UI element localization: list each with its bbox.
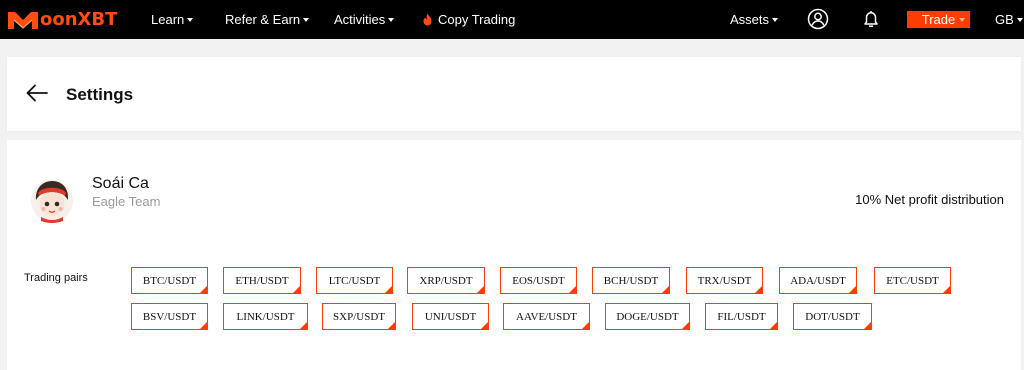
top-navigation-bar: oonXBT Learn Refer & Earn Activities Cop… <box>0 0 1024 39</box>
bell-icon[interactable] <box>860 8 882 30</box>
trading-pair-tag[interactable]: ETH/USDT <box>223 267 301 294</box>
trading-pair-tag[interactable]: BTC/USDT <box>131 267 208 294</box>
chevron-down-icon <box>959 18 965 22</box>
trade-button[interactable]: Trade <box>907 11 970 28</box>
brand-wordmark: oonXBT <box>40 9 118 30</box>
trading-pair-tag[interactable]: AAVE/USDT <box>503 303 590 330</box>
trading-pair-tag[interactable]: SXP/USDT <box>322 303 396 330</box>
flame-icon <box>423 13 432 26</box>
trading-pair-tag[interactable]: DOGE/USDT <box>605 303 690 330</box>
trading-pair-tag[interactable]: TRX/USDT <box>686 267 763 294</box>
region-label: GB <box>995 12 1014 27</box>
page-title: Settings <box>66 85 134 104</box>
user-icon[interactable] <box>807 8 829 30</box>
brand-logo[interactable]: oonXBT <box>7 9 117 30</box>
trading-pair-tag[interactable]: ADA/USDT <box>779 267 857 294</box>
trader-settings-card: Soái Ca Eagle Team 10% Net profit distri… <box>7 140 1021 370</box>
trading-pair-tag[interactable]: LTC/USDT <box>316 267 393 294</box>
chevron-down-icon <box>187 18 194 22</box>
page-header: Settings <box>7 57 1021 131</box>
trader-team: Eagle Team <box>92 194 161 209</box>
chevron-down-icon <box>303 18 310 22</box>
trading-pair-tag[interactable]: LINK/USDT <box>223 303 308 330</box>
trading-pair-tag[interactable]: BCH/USDT <box>592 267 670 294</box>
chevron-down-icon <box>772 18 779 22</box>
chevron-down-icon <box>1016 18 1023 22</box>
nav-activities[interactable]: Activities <box>334 0 395 39</box>
trading-pair-tag[interactable]: DOT/USDT <box>793 303 872 330</box>
chevron-down-icon <box>388 18 395 22</box>
nav-refer-earn[interactable]: Refer & Earn <box>225 0 310 39</box>
trade-button-label: Trade <box>921 12 956 27</box>
nav-copy-trading[interactable]: Copy Trading <box>422 0 515 39</box>
trading-pair-tag[interactable]: ETC/USDT <box>874 267 951 294</box>
profit-distribution: 10% Net profit distribution <box>855 192 1004 207</box>
nav-learn-label: Learn <box>151 12 185 27</box>
trading-pair-tag[interactable]: XRP/USDT <box>407 267 485 294</box>
trading-pair-tag[interactable]: BSV/USDT <box>131 303 208 330</box>
back-arrow-icon[interactable] <box>26 84 48 102</box>
nav-assets-label: Assets <box>730 12 770 27</box>
nav-assets[interactable]: Assets <box>730 0 779 39</box>
moonxbt-logo-icon <box>8 12 38 29</box>
trading-pair-tag[interactable]: UNI/USDT <box>412 303 489 330</box>
trading-pairs-label: Trading pairs <box>24 272 88 284</box>
nav-copy-trading-label: Copy Trading <box>438 12 516 27</box>
trader-avatar <box>31 180 73 223</box>
trading-pair-tag[interactable]: EOS/USDT <box>500 267 577 294</box>
nav-refer-label: Refer & Earn <box>225 12 301 27</box>
trading-pair-tag[interactable]: FIL/USDT <box>705 303 778 330</box>
region-selector[interactable]: GB <box>995 0 1023 39</box>
nav-activities-label: Activities <box>334 12 386 27</box>
nav-learn[interactable]: Learn <box>151 0 194 39</box>
trader-name: Soái Ca <box>92 175 149 192</box>
